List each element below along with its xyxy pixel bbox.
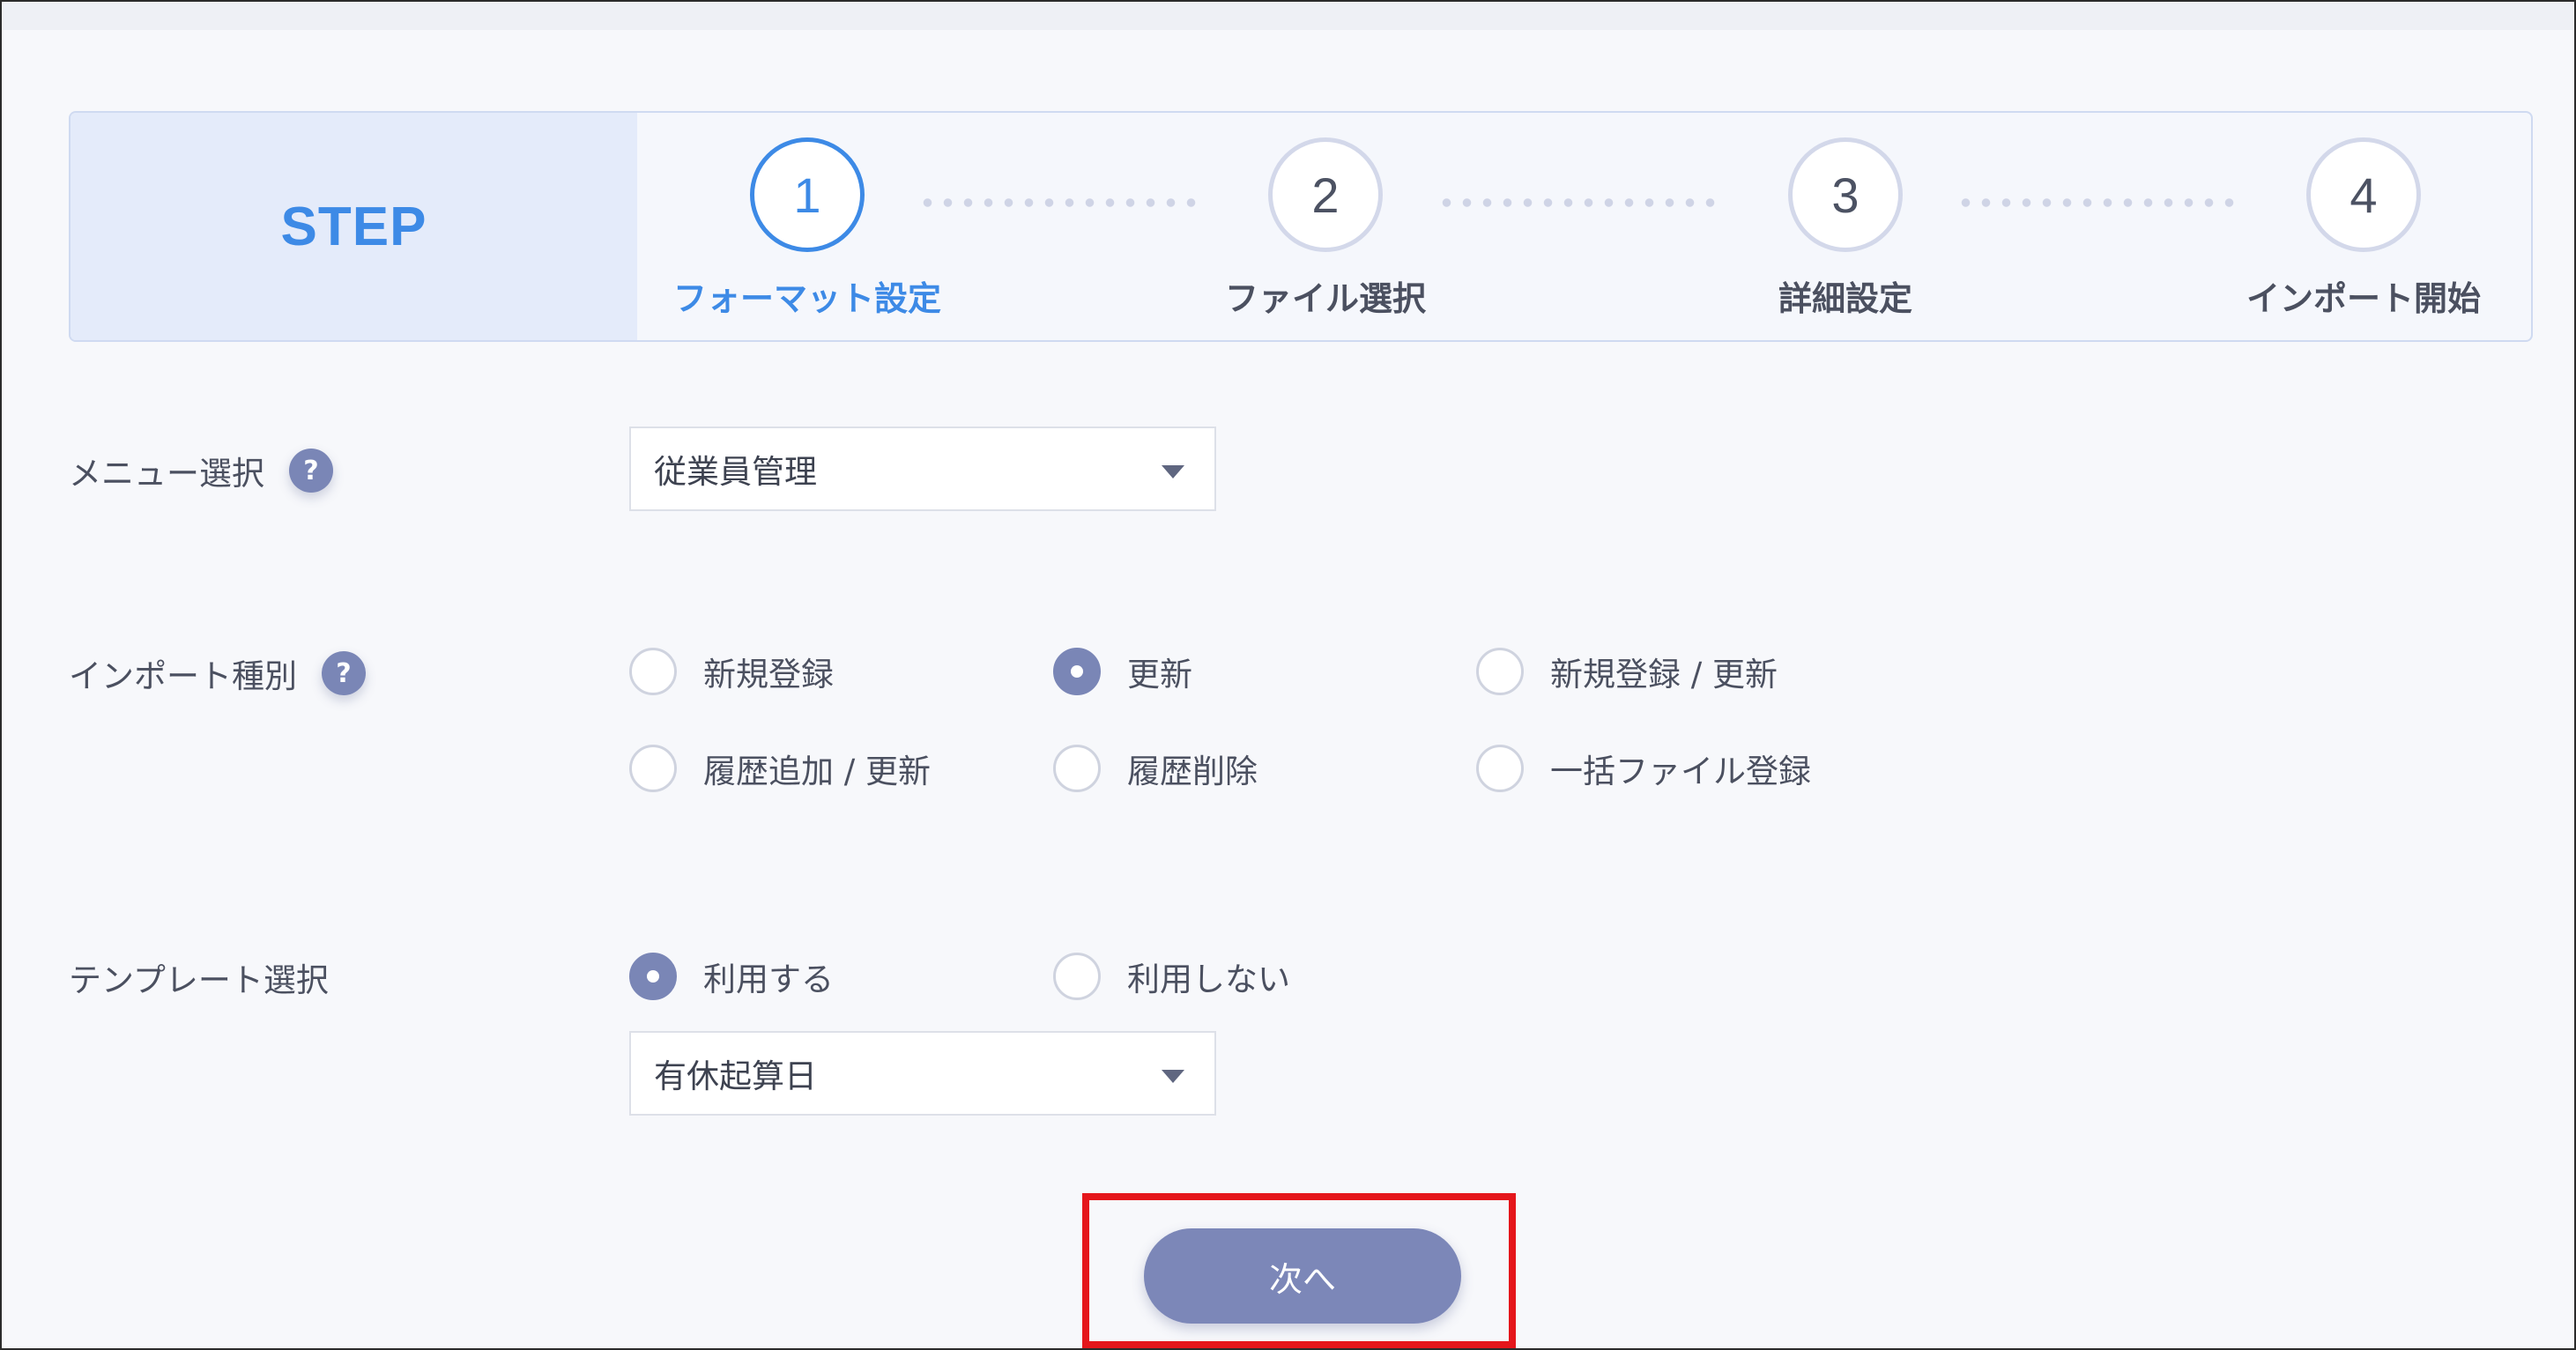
menu-select-label: メニュー選択: [69, 455, 264, 493]
radio-circle[interactable]: [629, 648, 677, 695]
app-frame: STEP 1 フォーマット設定 2 ファイル選択 3 詳細設定 4 インポート開…: [0, 0, 2576, 1350]
radio-label: 新規登録: [703, 656, 834, 694]
radio-circle[interactable]: [629, 745, 677, 792]
radio-circle[interactable]: [1053, 648, 1101, 695]
radio-new-or-update[interactable]: 新規登録 / 更新: [1476, 648, 1778, 695]
radio-new-registration[interactable]: 新規登録: [629, 648, 834, 695]
step-4-label: インポート開始: [2246, 279, 2481, 318]
step-3-label: 詳細設定: [1778, 279, 1912, 318]
import-type-row-label: インポート種別 ?: [69, 649, 366, 697]
step-title-box: STEP: [71, 113, 637, 340]
radio-label: 履歴削除: [1127, 753, 1258, 790]
template-dropdown[interactable]: 有休起算日: [629, 1031, 1216, 1116]
template-select-label: テンプレート選択: [69, 961, 329, 999]
radio-circle[interactable]: [1476, 648, 1524, 695]
template-value: 有休起算日: [654, 1057, 817, 1095]
next-button[interactable]: 次へ: [1144, 1228, 1461, 1324]
step-1-label: フォーマット設定: [673, 279, 942, 318]
step-2-label: ファイル選択: [1224, 279, 1426, 318]
step-2: 2 ファイル選択: [1193, 137, 1458, 320]
radio-circle[interactable]: [629, 953, 677, 1000]
radio-label: 新規登録 / 更新: [1550, 656, 1778, 694]
step-title: STEP: [280, 196, 427, 257]
radio-no-template[interactable]: 利用しない: [1053, 953, 1290, 1000]
radio-label: 利用する: [703, 961, 834, 998]
step-3-circle: 3: [1788, 137, 1903, 252]
step-4: 4 インポート開始: [2231, 137, 2496, 320]
radio-label: 一括ファイル登録: [1550, 753, 1811, 790]
radio-update[interactable]: 更新: [1053, 648, 1192, 695]
step-3: 3 詳細設定: [1713, 137, 1978, 320]
step-2-circle: 2: [1268, 137, 1383, 252]
radio-bulk-file-registration[interactable]: 一括ファイル登録: [1476, 745, 1811, 792]
menu-select-value: 従業員管理: [654, 453, 817, 491]
radio-label: 更新: [1127, 656, 1192, 694]
chevron-down-icon: [1162, 1070, 1184, 1083]
template-select-row-label: テンプレート選択: [69, 953, 329, 1001]
menu-select-dropdown[interactable]: 従業員管理: [629, 427, 1216, 511]
help-icon[interactable]: ?: [289, 449, 333, 493]
step-4-circle: 4: [2306, 137, 2421, 252]
radio-label: 履歴追加 / 更新: [703, 753, 931, 790]
radio-circle[interactable]: [1053, 745, 1101, 792]
step-1-circle: 1: [750, 137, 865, 252]
top-strip: [2, 2, 2574, 30]
import-type-label: インポート種別: [69, 657, 297, 695]
chevron-down-icon: [1162, 465, 1184, 478]
radio-history-add-update[interactable]: 履歴追加 / 更新: [629, 745, 931, 792]
step-indicator: STEP 1 フォーマット設定 2 ファイル選択 3 詳細設定 4 インポート開…: [69, 111, 2533, 342]
step-connector-1: [917, 197, 1205, 208]
menu-select-row-label: メニュー選択 ?: [69, 447, 333, 494]
radio-circle[interactable]: [1053, 953, 1101, 1000]
help-icon[interactable]: ?: [322, 651, 366, 695]
radio-history-delete[interactable]: 履歴削除: [1053, 745, 1258, 792]
radio-use-template[interactable]: 利用する: [629, 953, 834, 1000]
step-connector-2: [1436, 197, 1724, 208]
step-1: 1 フォーマット設定: [673, 137, 942, 320]
radio-circle[interactable]: [1476, 745, 1524, 792]
step-connector-3: [1956, 197, 2243, 208]
radio-label: 利用しない: [1127, 961, 1290, 998]
